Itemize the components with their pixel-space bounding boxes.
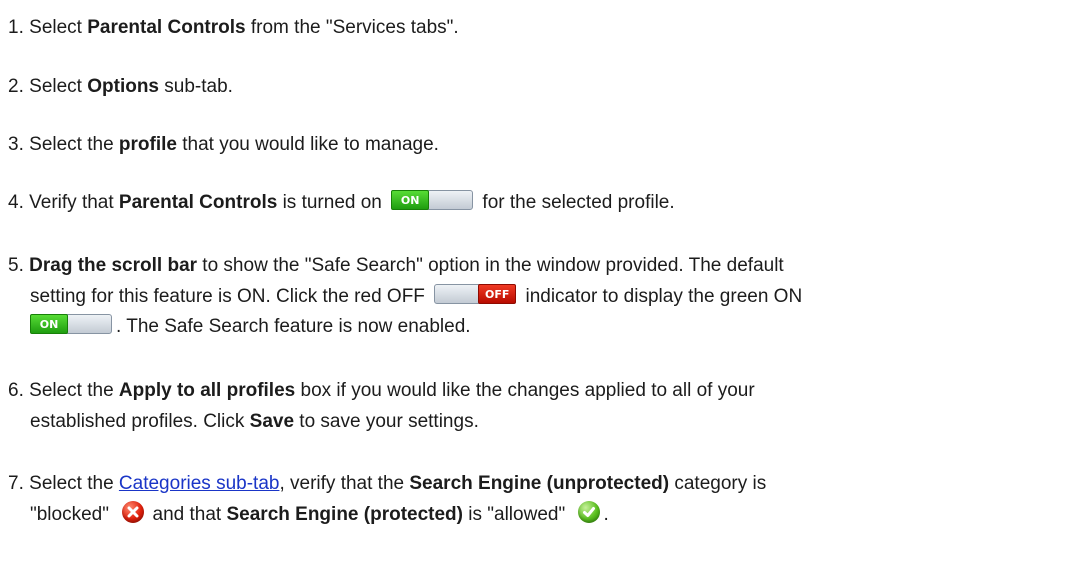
ui-term-search-engine-protected: Search Engine (protected) (226, 504, 464, 525)
step-3: 3. Select the profile that you would lik… (8, 130, 1078, 160)
step-4: 4. Verify that Parental Controls is turn… (8, 188, 1078, 218)
step-number: 3. (8, 134, 24, 155)
step-text: from the "Services tabs". (245, 17, 459, 38)
step-5-line-1: 5. Drag the scroll bar to show the "Safe… (8, 251, 1078, 281)
toggle-on-icon: ON (30, 314, 112, 334)
allowed-check-icon (578, 501, 601, 523)
step-text: category is (669, 473, 767, 494)
step-7-line-2: "blocked" and that Search Engine (protec… (8, 500, 1086, 530)
blocked-x-icon (122, 501, 145, 523)
step-text: that you would like to manage. (176, 134, 439, 155)
toggle-on-icon: ON (391, 190, 474, 210)
step-number: 2. (8, 76, 24, 97)
step-text: sub-tab. (159, 76, 233, 97)
ui-term-options: Options (87, 76, 160, 97)
toggle-off-label: OFF (478, 284, 517, 304)
step-text: Select the (29, 380, 119, 401)
step-text: to save your settings. (294, 411, 479, 432)
ui-term-save: Save (249, 411, 295, 432)
step-text: Select (29, 76, 88, 97)
step-number: 6. (8, 380, 24, 401)
step-text: Select the (29, 473, 119, 494)
step-text: is turned on (277, 192, 388, 213)
step-text: established profiles. Click (30, 411, 250, 432)
step-number: 7. (8, 473, 24, 494)
categories-sub-tab-link[interactable]: Categories sub-tab (119, 473, 280, 494)
ui-term-apply-to-all-profiles: Apply to all profiles (118, 380, 296, 401)
step-text: setting for this feature is ON. Click th… (30, 286, 431, 307)
step-5-line-2: setting for this feature is ON. Click th… (8, 282, 1086, 312)
step-6-line-1: 6. Select the Apply to all profiles box … (8, 376, 1078, 406)
step-text: Select the (29, 134, 119, 155)
step-number: 4. (8, 192, 24, 213)
toggle-on-label: ON (391, 190, 430, 210)
step-5-line-3: ON . The Safe Search feature is now enabl… (8, 312, 1086, 342)
ui-term-parental-controls: Parental Controls (87, 17, 246, 38)
step-text: , verify that the (279, 473, 410, 494)
step-text: . The Safe Search feature is now enabled… (116, 316, 471, 337)
step-number: 1. (8, 17, 24, 38)
step-1: 1. Select Parental Controls from the "Se… (8, 13, 1078, 43)
step-text: to show the "Safe Search" option in the … (197, 255, 784, 276)
step-text: and that (147, 504, 227, 525)
step-text: Verify that (29, 192, 119, 213)
ui-term-profile: profile (118, 134, 177, 155)
step-text: for the selected profile. (477, 192, 675, 213)
step-text: box if you would like the changes applie… (295, 380, 755, 401)
ui-term-parental-controls: Parental Controls (118, 192, 278, 213)
step-7-line-1: 7. Select the Categories sub-tab, verify… (8, 469, 1078, 499)
step-2: 2. Select Options sub-tab. (8, 72, 1078, 102)
toggle-on-label: ON (30, 314, 68, 334)
toggle-off-icon: OFF (434, 284, 517, 304)
step-text: indicator to display the green ON (520, 286, 803, 307)
ui-term-drag-scroll-bar: Drag the scroll bar (29, 255, 198, 276)
step-text: is "allowed" (463, 504, 571, 525)
step-6-line-2: established profiles. Click Save to save… (8, 407, 1086, 437)
step-text: . (603, 504, 609, 525)
step-text: "blocked" (30, 504, 115, 525)
step-number: 5. (8, 255, 24, 276)
step-text: Select (29, 17, 88, 38)
ui-term-search-engine-unprotected: Search Engine (unprotected) (409, 473, 670, 494)
